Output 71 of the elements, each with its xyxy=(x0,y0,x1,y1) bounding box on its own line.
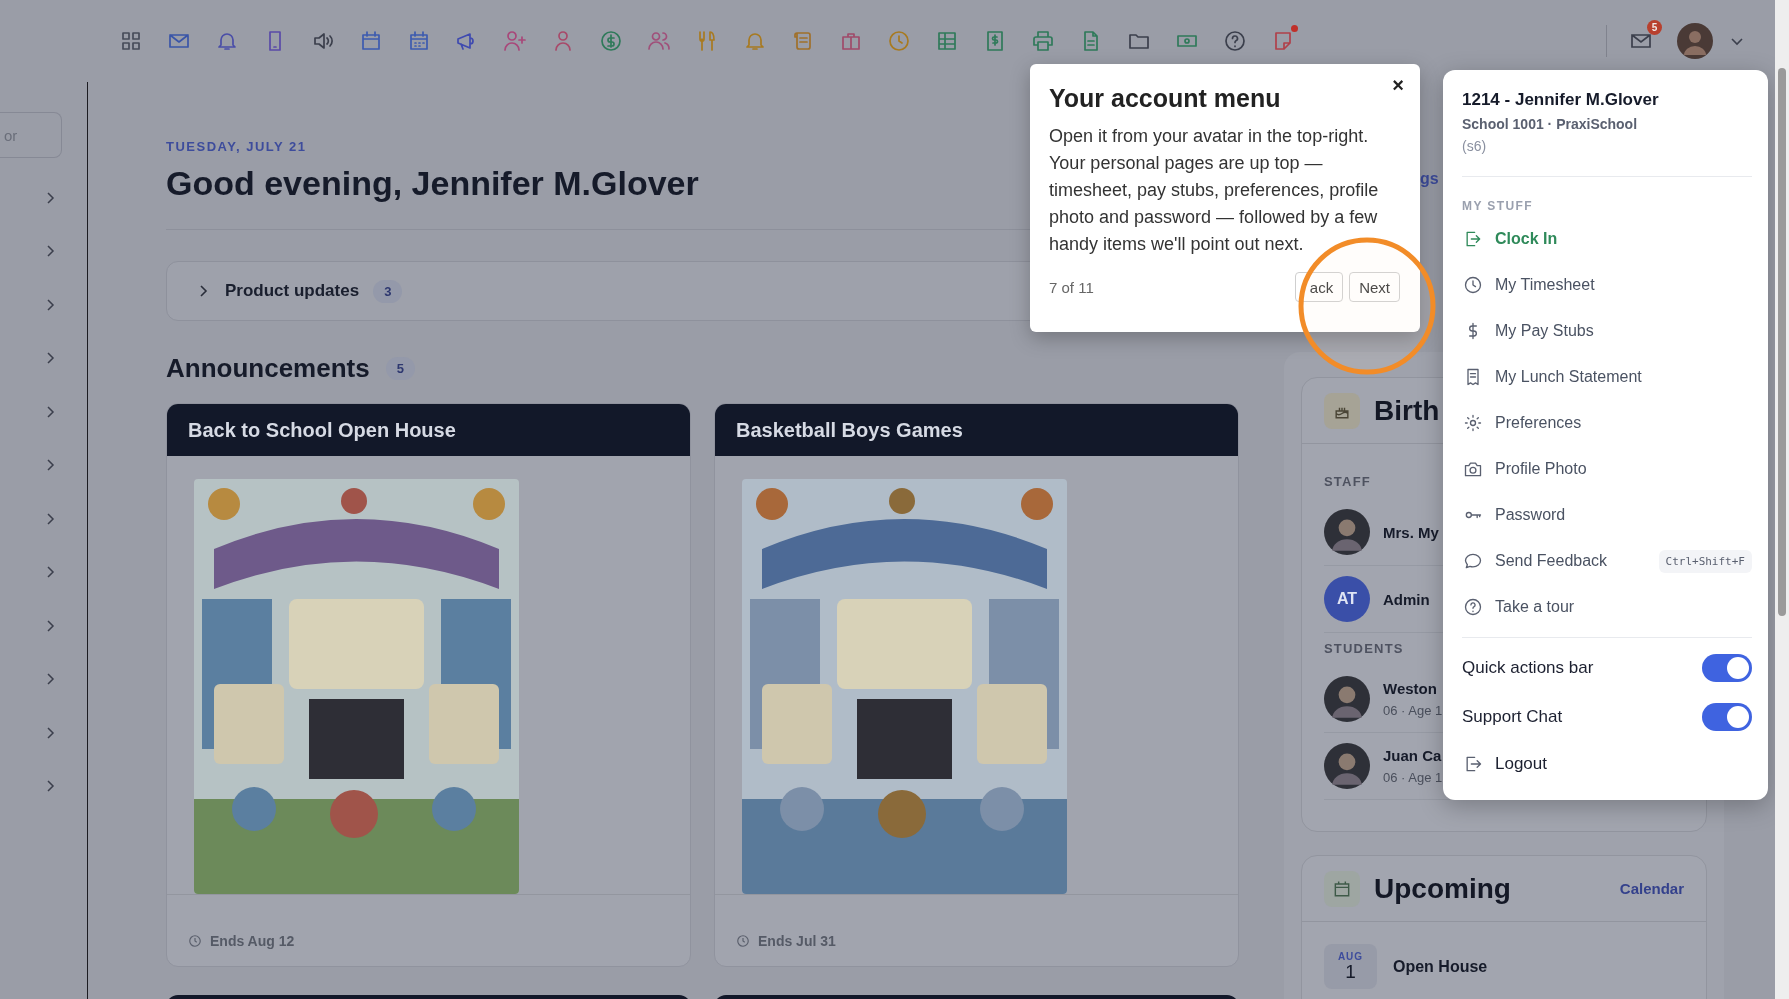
count-badge: 3 xyxy=(373,279,403,303)
chat-icon xyxy=(1463,551,1483,571)
grid-icon[interactable] xyxy=(119,29,143,53)
end-date: Ends Jul 31 xyxy=(758,933,836,949)
event-title[interactable]: Open House xyxy=(1393,957,1488,976)
card-title: Back to School Open House xyxy=(188,418,456,442)
menu-item[interactable]: Take a tour xyxy=(1462,584,1752,630)
popup-text: Open it from your avatar in the top-right. Your personal pages are up top — timesheet, pay stubs, preferences, profile photo and password — followed by a few handy items we'll point out next. xyxy=(1049,125,1380,256)
menu-item[interactable]: Password xyxy=(1462,492,1752,538)
logout-item[interactable]: Logout xyxy=(1462,741,1752,787)
initials-avatar: AT xyxy=(1324,576,1370,622)
avatar xyxy=(1324,676,1370,722)
help-icon[interactable] xyxy=(1223,29,1247,53)
menu-item[interactable]: Clock In xyxy=(1462,216,1752,262)
scrollbar[interactable] xyxy=(1775,0,1789,999)
menu-item[interactable]: Preferences xyxy=(1462,400,1752,446)
panel-title: Product updates xyxy=(225,281,360,301)
account-name: 1214 - Jennifer M.Glover xyxy=(1462,90,1660,110)
calendar-icon[interactable] xyxy=(359,29,383,53)
printer-icon[interactable] xyxy=(1031,29,1055,53)
table-icon[interactable] xyxy=(935,29,959,53)
end-date: Ends Aug 12 xyxy=(210,933,295,949)
next-button[interactable]: Next xyxy=(1349,272,1400,302)
dollar-icon[interactable] xyxy=(599,29,623,53)
person-detail: 06 · Age 1 xyxy=(1383,703,1443,718)
card-title: Upcoming xyxy=(1374,872,1511,905)
menu-item[interactable]: My Pay Stubs xyxy=(1462,308,1752,354)
section-label: MY STUFF xyxy=(1462,199,1534,213)
menu-item[interactable]: My Timesheet xyxy=(1462,262,1752,308)
avatar xyxy=(1324,509,1370,555)
avatar xyxy=(1324,743,1370,789)
toggle-switch[interactable] xyxy=(1702,653,1752,682)
clock-icon xyxy=(736,934,750,948)
card-title: Basketball Boys Games xyxy=(736,418,963,442)
avatar[interactable] xyxy=(1677,23,1713,59)
toggle-switch[interactable] xyxy=(1702,702,1752,731)
sun-icon xyxy=(1463,413,1483,433)
menu-item[interactable]: My Lunch Statement xyxy=(1462,354,1752,400)
people-icon[interactable] xyxy=(647,29,671,53)
menu-item[interactable]: Profile Photo xyxy=(1462,446,1752,492)
section-label: STUDENTS xyxy=(1324,641,1405,656)
calendar-link[interactable]: Calendar xyxy=(1619,880,1684,897)
person-detail: 06 · Age 1 xyxy=(1383,770,1443,785)
date-tile: AUG 1 xyxy=(1324,944,1377,989)
notification-badge: 5 xyxy=(1647,20,1662,35)
person-name: Juan Ca xyxy=(1383,747,1443,764)
count-badge: 5 xyxy=(385,356,415,380)
keyboard-shortcut: Ctrl+Shift+F xyxy=(1658,549,1752,573)
clock-icon xyxy=(188,934,202,948)
toggle-label: Support Chat xyxy=(1462,706,1563,727)
toggle-label: Quick actions bar xyxy=(1462,657,1594,678)
account-code: (s6) xyxy=(1462,138,1488,154)
step-counter: 7 of 11 xyxy=(1049,278,1094,296)
section-heading: Announcements xyxy=(166,352,370,384)
add-person-icon[interactable] xyxy=(503,29,527,53)
menu-item[interactable]: Send Feedback Ctrl+Shift+F xyxy=(1462,538,1752,584)
popup-title: Your account menu xyxy=(1049,84,1282,113)
card-title: Birth xyxy=(1374,394,1440,427)
person-name: Weston xyxy=(1383,680,1438,697)
person-name: Mrs. My xyxy=(1383,523,1439,541)
person-name: Admin xyxy=(1383,590,1430,608)
announcement-card[interactable]: Basketball Boys Games Ends Jul 31 xyxy=(714,403,1239,967)
announcement-card[interactable]: Back to School Open House Ends Aug 12 xyxy=(166,403,691,967)
back-button[interactable]: ack xyxy=(1294,272,1344,302)
clock-icon xyxy=(1463,275,1483,295)
school-name: School 1001 · PraxiSchool xyxy=(1462,116,1639,132)
greeting-heading: Good evening, Jennifer M.Glover xyxy=(166,164,699,203)
close-button[interactable]: × xyxy=(1388,72,1408,99)
calendar-icon[interactable] xyxy=(407,29,431,53)
section-label: STAFF xyxy=(1324,474,1372,489)
help-icon xyxy=(1463,597,1483,617)
